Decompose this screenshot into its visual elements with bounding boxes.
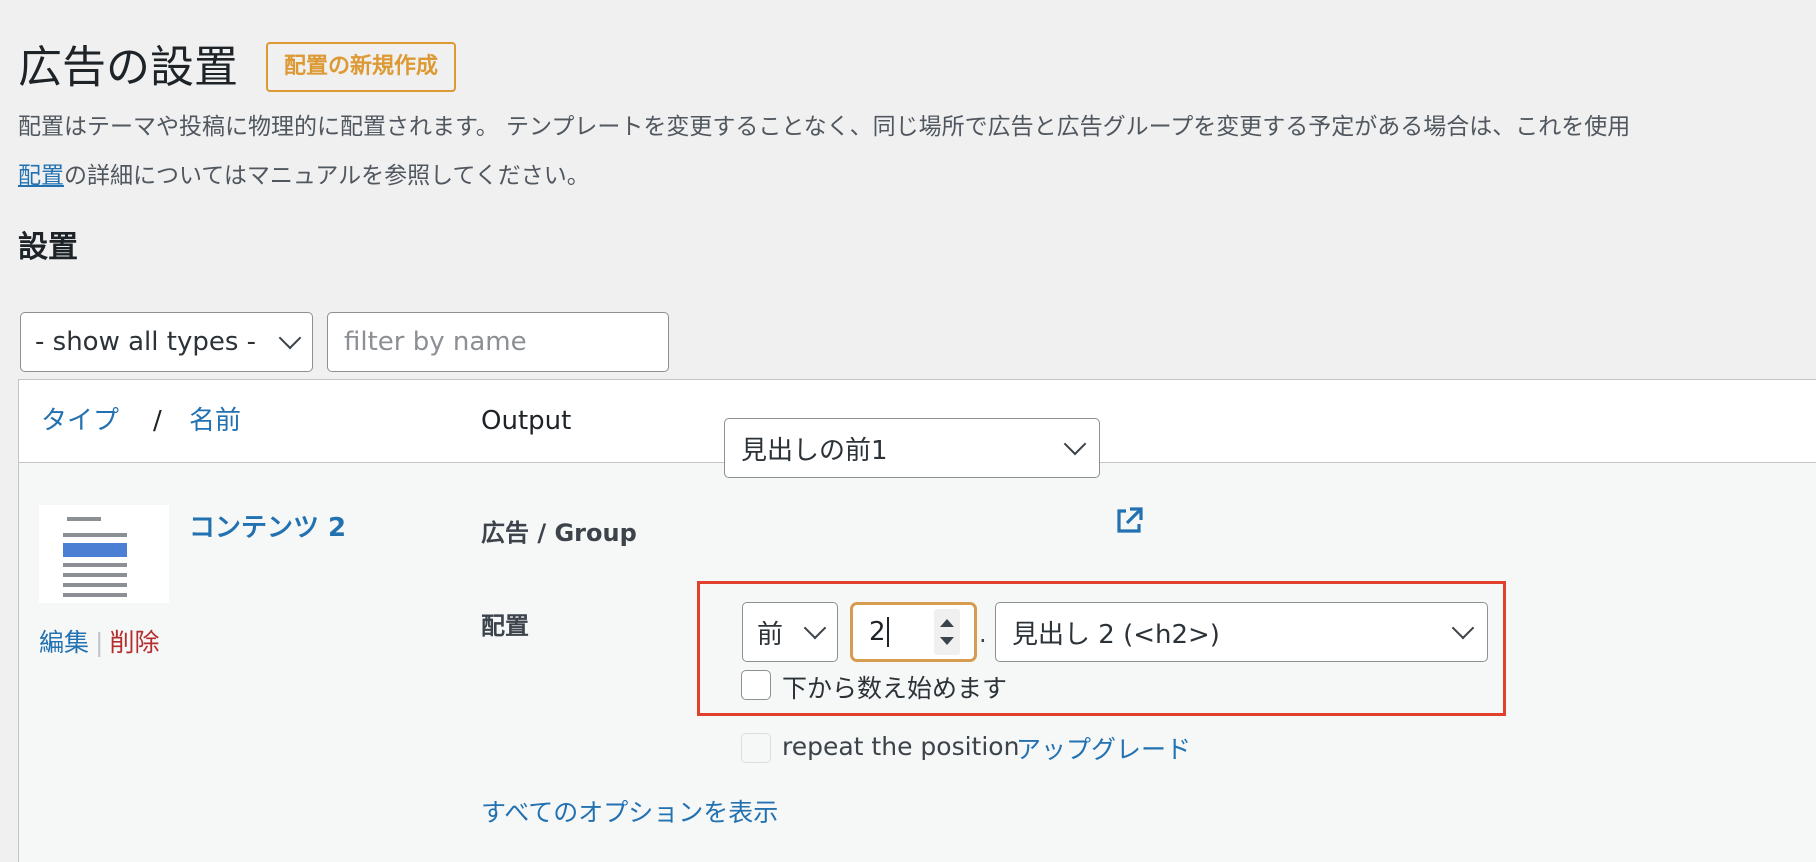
edit-link[interactable]: 編集 bbox=[39, 628, 89, 657]
count-from-bottom-label[interactable]: 下から数え始めます bbox=[782, 669, 1007, 705]
repeat-position-label: repeat the position bbox=[782, 732, 1020, 761]
name-filter-input[interactable] bbox=[327, 312, 669, 372]
placement-manual-link[interactable]: 配置 bbox=[18, 163, 64, 189]
ad-group-label: 広告 / Group bbox=[481, 519, 637, 547]
column-header-separator: / bbox=[153, 406, 162, 436]
ad-group-value: 見出しの前1 bbox=[741, 435, 888, 466]
position-direction-select[interactable]: 前 bbox=[742, 602, 838, 662]
type-filter-select[interactable]: - show all types - bbox=[20, 312, 313, 372]
position-direction-value: 前 bbox=[757, 619, 784, 650]
show-all-options-link[interactable]: すべてのオプションを表示 bbox=[481, 793, 778, 829]
position-index-value: 2 bbox=[869, 616, 886, 647]
placement-title[interactable]: コンテンツ 2 bbox=[189, 507, 346, 544]
page-description: 配置はテーマや投稿に物理的に配置されます。 テンプレートを変更することなく、同じ… bbox=[18, 114, 1631, 140]
page: 広告の設置 配置の新規作成 配置はテーマや投稿に物理的に配置されます。 テンプレ… bbox=[0, 0, 1816, 862]
position-label: 配置 bbox=[481, 612, 529, 640]
repeat-position-checkbox bbox=[741, 733, 771, 763]
chevron-down-icon bbox=[803, 616, 827, 640]
manual-text: の詳細についてはマニュアルを参照してください。 bbox=[64, 163, 590, 189]
page-description-manual: 配置の詳細についてはマニュアルを参照してください。 bbox=[18, 160, 1816, 192]
type-filter-value: - show all types - bbox=[35, 327, 257, 357]
delete-link[interactable]: 削除 bbox=[109, 628, 159, 657]
column-header-output: Output bbox=[481, 406, 572, 436]
section-title: 設置 bbox=[18, 230, 78, 265]
chevron-down-icon bbox=[1063, 432, 1087, 456]
heading-tag-select[interactable]: 見出し 2 (<h2>) bbox=[995, 602, 1488, 662]
row-actions: 編集 | 削除 bbox=[39, 623, 159, 659]
column-header-type[interactable]: タイプ bbox=[41, 404, 119, 438]
index-separator: . bbox=[979, 620, 987, 648]
count-from-bottom-checkbox[interactable] bbox=[741, 670, 771, 700]
ad-group-select[interactable]: 見出しの前1 bbox=[724, 418, 1100, 478]
spinner-up-icon[interactable] bbox=[940, 619, 954, 627]
number-spinner[interactable] bbox=[934, 609, 960, 655]
spinner-down-icon[interactable] bbox=[940, 637, 954, 645]
column-header-name[interactable]: 名前 bbox=[189, 404, 241, 438]
page-title: 広告の設置 bbox=[18, 42, 238, 93]
chevron-down-icon bbox=[278, 326, 302, 350]
external-link-icon[interactable] bbox=[1114, 506, 1144, 536]
heading-tag-value: 見出し 2 (<h2>) bbox=[1012, 619, 1220, 650]
action-separator: | bbox=[95, 628, 104, 657]
upgrade-link[interactable]: アップグレード bbox=[1016, 730, 1191, 766]
position-index-input[interactable]: 2 bbox=[850, 602, 977, 662]
text-caret bbox=[886, 617, 889, 648]
new-placement-button[interactable]: 配置の新規作成 bbox=[266, 42, 457, 92]
placement-thumbnail-icon bbox=[39, 505, 169, 603]
chevron-down-icon bbox=[1451, 616, 1475, 640]
